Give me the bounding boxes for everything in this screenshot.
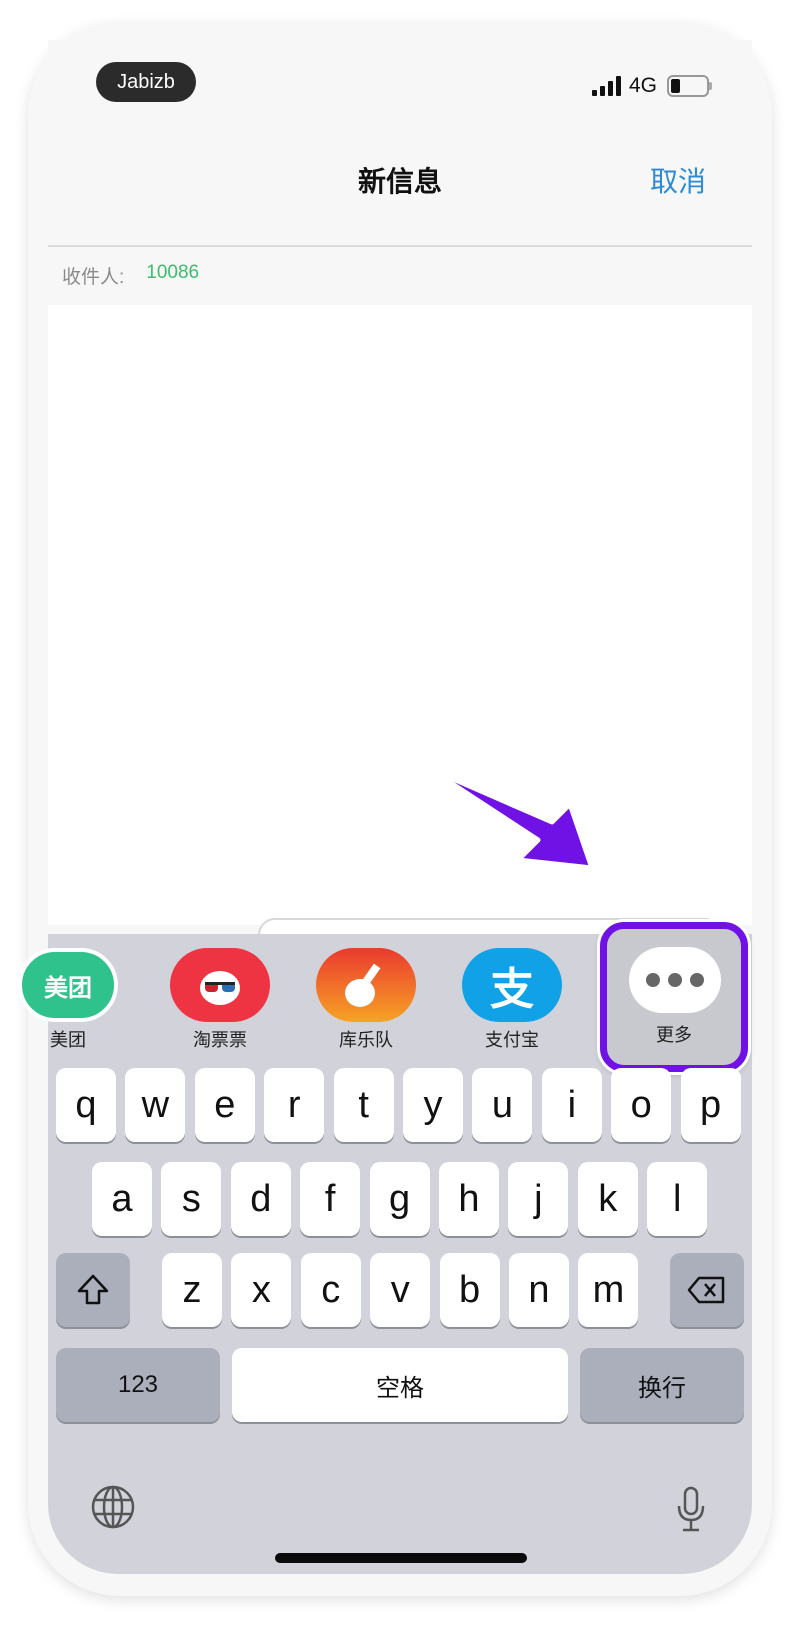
message-area bbox=[48, 305, 752, 925]
numbers-key[interactable]: 123 bbox=[56, 1348, 220, 1422]
key-a[interactable]: a bbox=[92, 1162, 152, 1236]
key-v[interactable]: v bbox=[370, 1253, 431, 1327]
key-x[interactable]: x bbox=[231, 1253, 292, 1327]
app-taopiaopiao[interactable]: 淘票票 bbox=[170, 948, 270, 1052]
app-label: 库乐队 bbox=[339, 1030, 393, 1050]
recipient-value: 10086 bbox=[146, 262, 200, 283]
network-type: 4G bbox=[629, 74, 658, 97]
key-f[interactable]: f bbox=[300, 1162, 361, 1236]
key-q[interactable]: q bbox=[56, 1068, 116, 1142]
delete-key[interactable] bbox=[670, 1253, 744, 1327]
key-n[interactable]: n bbox=[509, 1253, 569, 1327]
app-garageband[interactable]: 库乐队 bbox=[316, 948, 416, 1052]
key-i[interactable]: i bbox=[541, 1068, 602, 1142]
key-l[interactable]: l bbox=[647, 1162, 708, 1236]
carrier-pill: Jabizb bbox=[96, 62, 196, 102]
key-c[interactable]: c bbox=[300, 1253, 361, 1327]
app-label: 美团 bbox=[50, 1030, 86, 1050]
key-o[interactable]: o bbox=[611, 1068, 672, 1142]
shift-key[interactable] bbox=[56, 1253, 130, 1327]
garageband-icon bbox=[316, 948, 416, 1022]
recipient-field[interactable]: 收件人: 10086 bbox=[62, 262, 199, 289]
key-r[interactable]: r bbox=[264, 1068, 325, 1142]
home-indicator[interactable] bbox=[275, 1553, 527, 1563]
status-icons: 4G bbox=[592, 74, 713, 98]
key-b[interactable]: b bbox=[439, 1253, 500, 1327]
key-t[interactable]: t bbox=[333, 1068, 394, 1142]
annotation-arrow-icon bbox=[425, 765, 595, 871]
key-z[interactable]: z bbox=[162, 1253, 222, 1327]
key-e[interactable]: e bbox=[194, 1068, 255, 1142]
microphone-icon[interactable] bbox=[676, 1486, 706, 1534]
key-k[interactable]: k bbox=[577, 1162, 638, 1236]
more-icon bbox=[629, 947, 721, 1013]
space-key[interactable]: 空格 bbox=[232, 1348, 568, 1422]
app-label: 淘票票 bbox=[193, 1030, 247, 1050]
meituan-icon: 美团 bbox=[18, 948, 118, 1022]
shift-icon bbox=[77, 1274, 109, 1305]
delete-icon bbox=[687, 1276, 725, 1304]
return-key[interactable]: 换行 bbox=[580, 1348, 744, 1422]
app-meituan[interactable]: 美团 美团 bbox=[18, 948, 118, 1052]
key-h[interactable]: h bbox=[439, 1162, 499, 1236]
key-j[interactable]: j bbox=[508, 1162, 569, 1236]
cancel-button[interactable]: 取消 bbox=[650, 160, 706, 200]
more-apps-highlight[interactable]: 更多 bbox=[600, 922, 748, 1072]
battery-icon bbox=[667, 75, 713, 97]
globe-icon[interactable] bbox=[90, 1484, 136, 1530]
key-y[interactable]: y bbox=[403, 1068, 463, 1142]
key-s[interactable]: s bbox=[161, 1162, 222, 1236]
app-label: 支付宝 bbox=[485, 1030, 539, 1050]
key-m[interactable]: m bbox=[578, 1253, 639, 1327]
key-u[interactable]: u bbox=[472, 1068, 533, 1142]
key-g[interactable]: g bbox=[369, 1162, 430, 1236]
taopiaopiao-icon bbox=[170, 948, 270, 1022]
divider bbox=[48, 245, 752, 247]
app-alipay[interactable]: 支 支付宝 bbox=[462, 948, 562, 1052]
key-d[interactable]: d bbox=[230, 1162, 291, 1236]
recipient-label: 收件人: bbox=[62, 267, 125, 288]
signal-icon bbox=[592, 76, 621, 96]
alipay-icon: 支 bbox=[462, 948, 562, 1022]
app-label: 更多 bbox=[656, 1025, 692, 1045]
key-p[interactable]: p bbox=[680, 1068, 741, 1142]
key-w[interactable]: w bbox=[125, 1068, 186, 1142]
